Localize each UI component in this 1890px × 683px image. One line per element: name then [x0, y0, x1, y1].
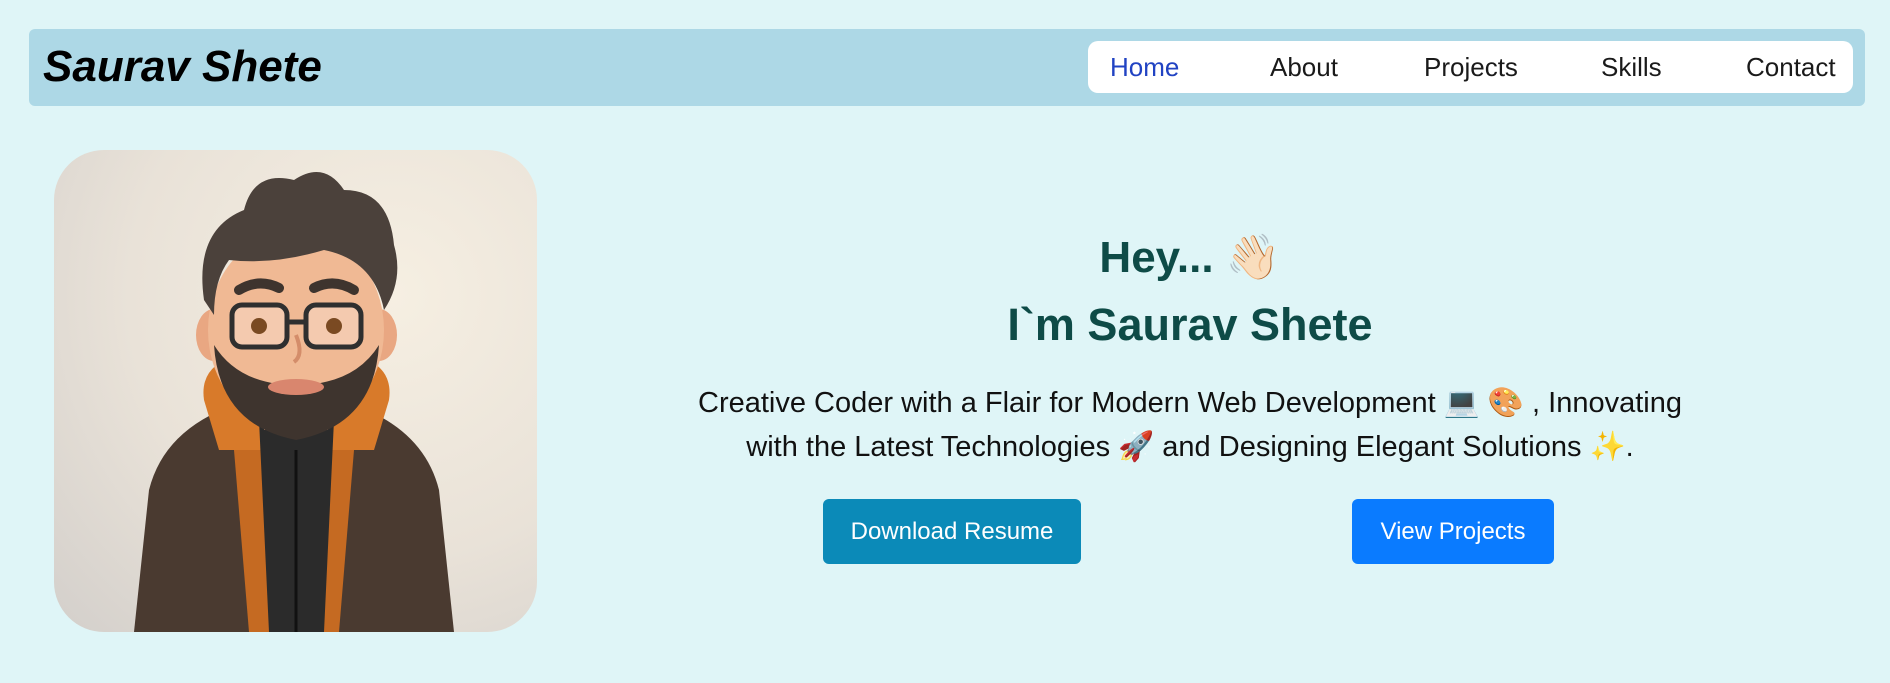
hero-section: Hey... 👋🏻 I`m Saurav Shete Creative Code…	[640, 230, 1740, 469]
hero-name: I`m Saurav Shete	[1007, 299, 1373, 350]
nav-link-projects[interactable]: Projects	[1424, 52, 1518, 83]
brand-logo[interactable]: Saurav Shete	[43, 41, 322, 94]
view-projects-button[interactable]: View Projects	[1352, 499, 1554, 564]
avatar-illustration	[134, 172, 454, 632]
hero-greeting: Hey... 👋🏻	[1099, 233, 1281, 282]
navbar: Saurav Shete Home About Projects Skills …	[29, 29, 1865, 106]
nav-links: Home About Projects Skills Contact	[1088, 41, 1853, 93]
tagline-line-2: with the Latest Technologies 🚀 and Desig…	[746, 431, 1634, 464]
nav-link-skills[interactable]: Skills	[1601, 52, 1662, 83]
download-resume-button[interactable]: Download Resume	[823, 499, 1081, 564]
nav-link-about[interactable]: About	[1270, 52, 1338, 83]
profile-avatar	[54, 150, 537, 632]
tagline-line-1: Creative Coder with a Flair for Modern W…	[698, 387, 1682, 420]
nav-link-home[interactable]: Home	[1110, 52, 1179, 83]
hero-tagline: Creative Coder with a Flair for Modern W…	[690, 381, 1690, 469]
nav-link-contact[interactable]: Contact	[1746, 52, 1836, 83]
